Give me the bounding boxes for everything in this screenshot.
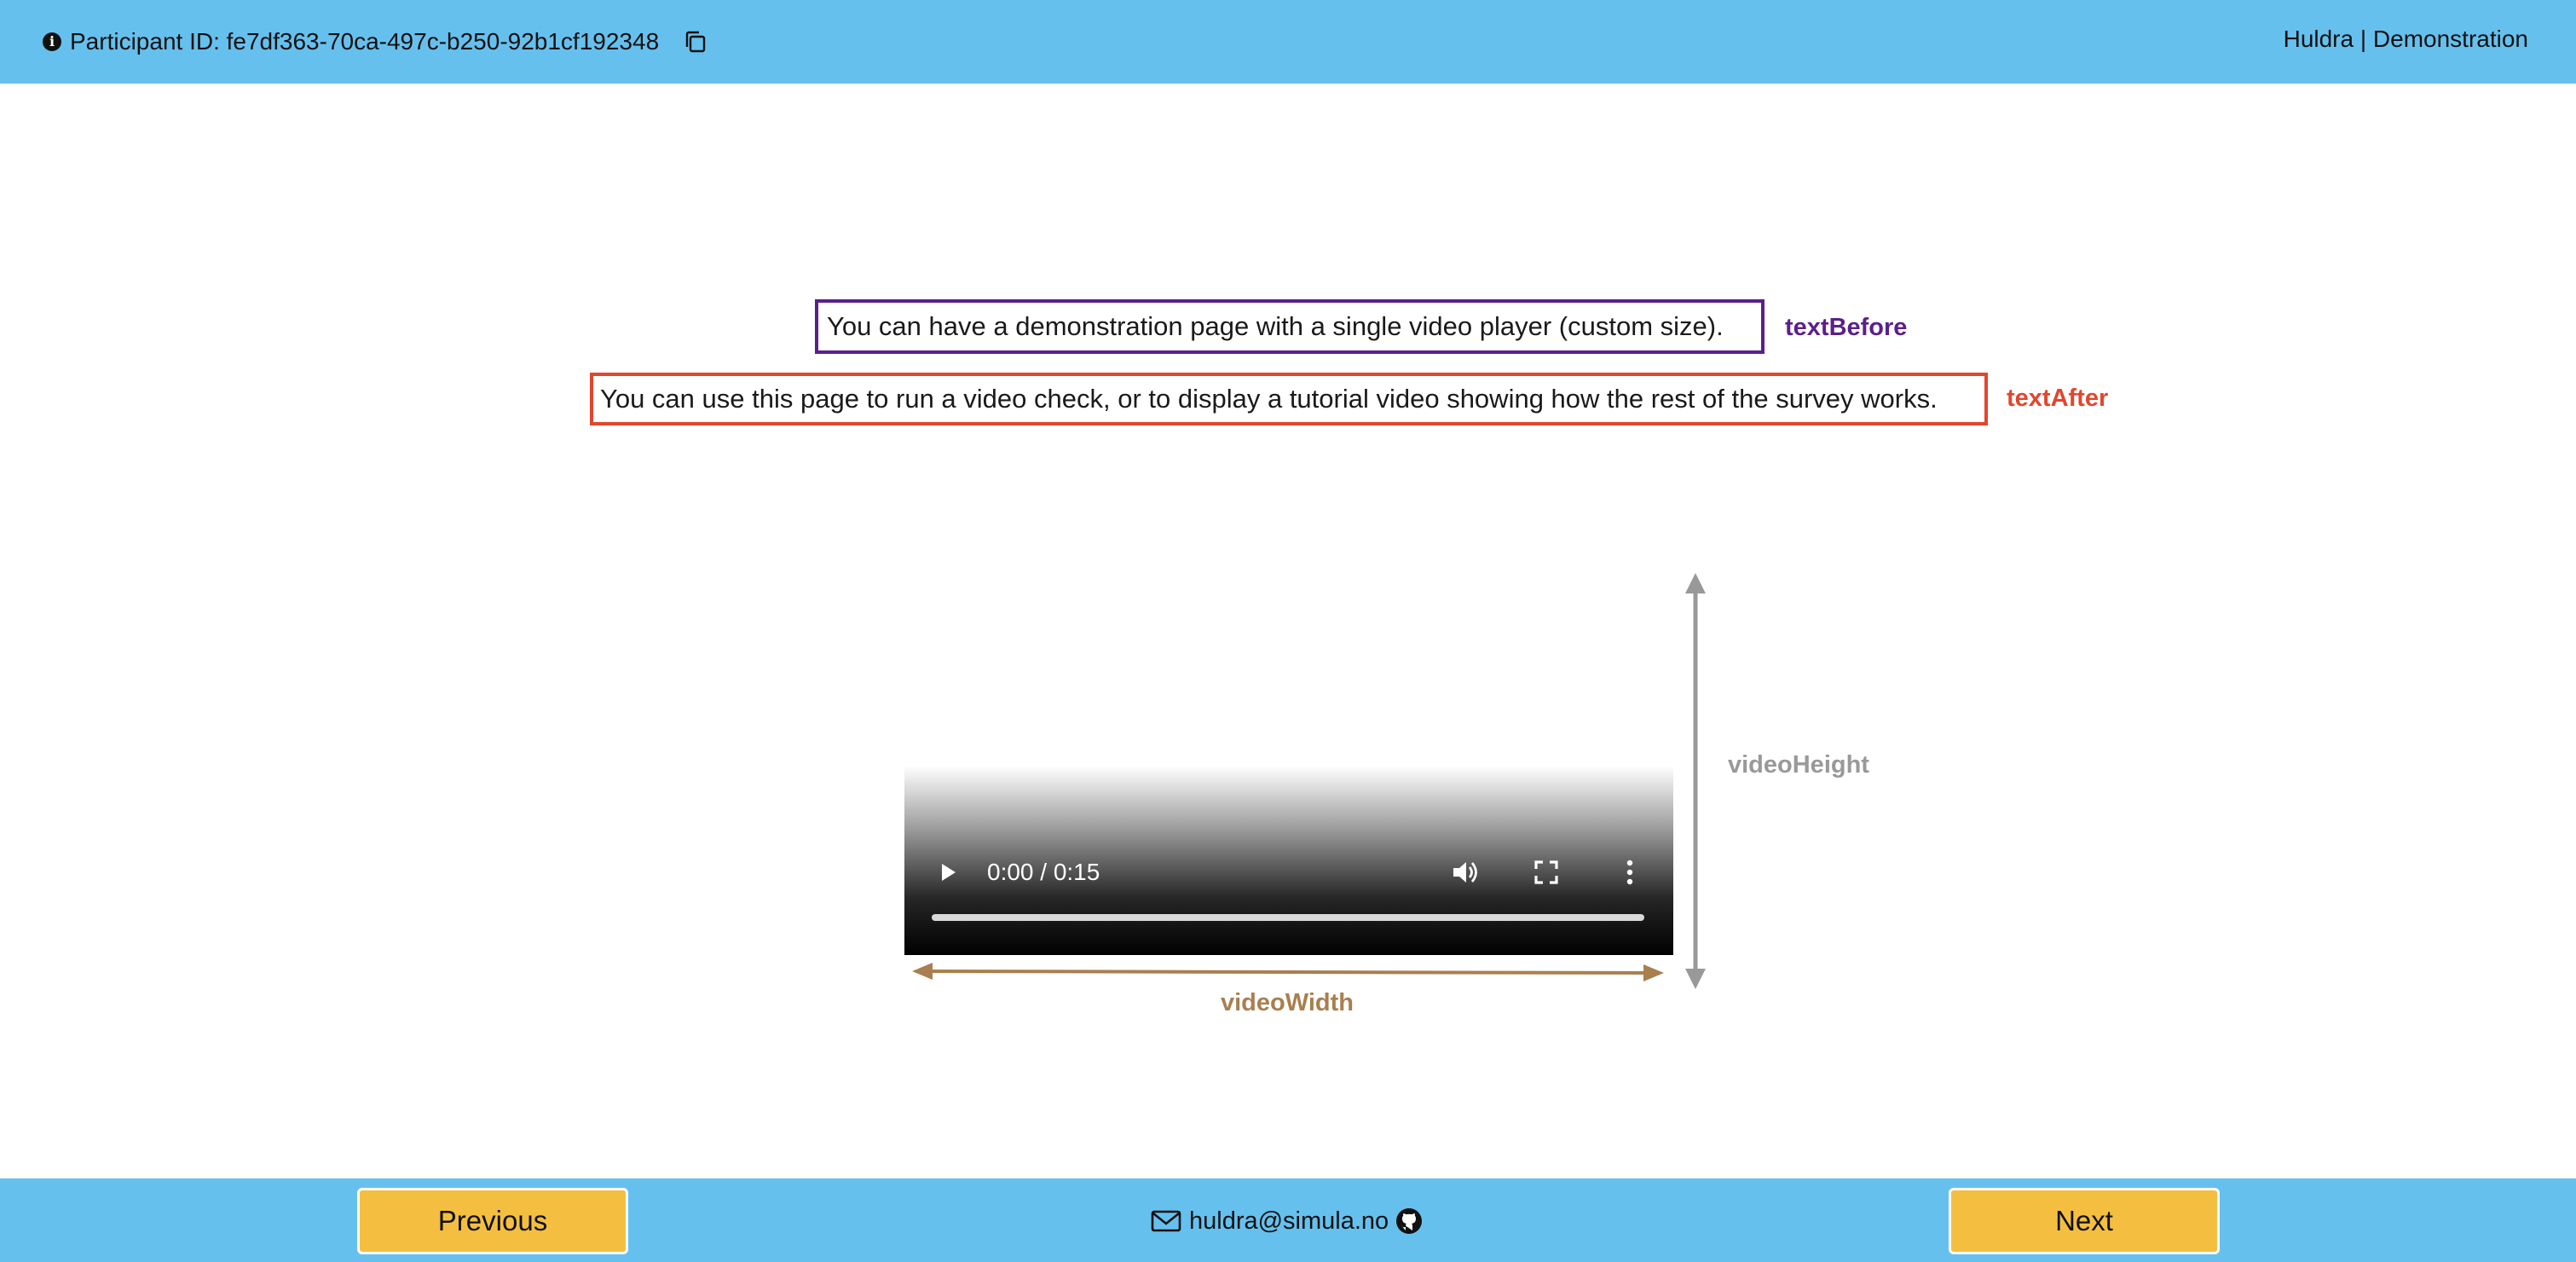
text-before: You can have a demonstration page with a… bbox=[815, 299, 1765, 354]
contact-email[interactable]: huldra@simula.no bbox=[1189, 1207, 1389, 1236]
participant-id-text: Participant ID: fe7df363-70ca-497c-b250-… bbox=[70, 28, 660, 55]
video-width-arrow bbox=[912, 963, 1664, 981]
info-icon: i bbox=[43, 32, 61, 51]
video-height-arrow bbox=[1685, 573, 1706, 989]
size-annotations bbox=[912, 573, 1706, 989]
more-options-icon[interactable] bbox=[1617, 858, 1643, 887]
app-title: Huldra | Demonstration bbox=[2283, 26, 2528, 52]
video-time: 0:00 / 0:15 bbox=[987, 859, 1100, 885]
text-before-annotation: textBefore bbox=[1785, 314, 1908, 341]
video-height-annotation: videoHeight bbox=[1728, 751, 1869, 779]
participant-id: i Participant ID: fe7df363-70ca-497c-b25… bbox=[43, 24, 708, 60]
fullscreen-icon[interactable] bbox=[1533, 860, 1559, 885]
play-icon[interactable] bbox=[935, 860, 961, 885]
video-controls: 0:00 / 0:15 bbox=[904, 858, 1673, 887]
top-bar: i Participant ID: fe7df363-70ca-497c-b25… bbox=[0, 0, 2576, 84]
video-progress-bar[interactable] bbox=[932, 914, 1644, 921]
next-button[interactable]: Next bbox=[1949, 1188, 2220, 1254]
contact-info: huldra@simula.no bbox=[1150, 1204, 1423, 1238]
volume-icon[interactable] bbox=[1450, 858, 1481, 887]
video-width-annotation: videoWidth bbox=[1221, 989, 1354, 1016]
video-player[interactable]: 0:00 / 0:15 bbox=[904, 766, 1673, 955]
copy-icon[interactable] bbox=[683, 29, 708, 55]
text-after: You can use this page to run a video che… bbox=[590, 373, 1988, 425]
text-after-annotation: textAfter bbox=[2007, 385, 2109, 412]
bottom-bar: Previous huldra@simula.no Next bbox=[0, 1178, 2576, 1262]
mail-icon bbox=[1151, 1210, 1181, 1232]
github-icon[interactable] bbox=[1395, 1207, 1423, 1235]
previous-button[interactable]: Previous bbox=[357, 1188, 628, 1254]
